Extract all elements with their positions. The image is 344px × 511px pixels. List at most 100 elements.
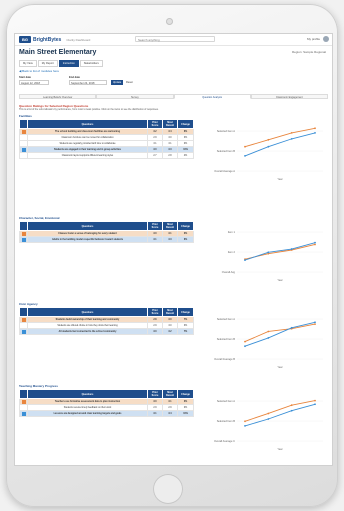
- column-header: Questions: [27, 119, 148, 129]
- series-marker-icon: [21, 329, 26, 334]
- section-heading: Facilities: [19, 114, 32, 118]
- blue-series-point[interactable]: [244, 345, 246, 348]
- orange-series-point[interactable]: [267, 412, 270, 415]
- sub-tabs: Learning Beliefs Overview Survey Questio…: [19, 94, 328, 99]
- breadcrumb[interactable]: ◀ Back to list of modules here: [19, 69, 59, 73]
- orange-series-point[interactable]: [267, 138, 270, 141]
- blue-series-point[interactable]: [290, 248, 293, 250]
- column-header: Change: [177, 119, 194, 129]
- blue-series-point[interactable]: [267, 251, 270, 254]
- table-row[interactable]: Adults in the building model respectful …: [19, 236, 194, 243]
- region-label[interactable]: Region: Sample Regional: [292, 50, 326, 54]
- table-row[interactable]: Classroom layout supports different lear…: [19, 152, 194, 159]
- trend-line-chart: Selected Item A Selected Item B Overall Av…: [205, 120, 325, 182]
- trend-line-chart: Selected Item A Selected Item B Overall Av…: [205, 390, 325, 452]
- table-row[interactable]: Lessons are designed around clear learni…: [19, 410, 194, 417]
- series-marker-icon: [21, 231, 26, 236]
- search-input[interactable]: Search anything: [135, 36, 215, 42]
- orange-series-point[interactable]: [314, 243, 316, 246]
- prior-score-cell: 2.7: [147, 152, 163, 159]
- blue-series-point[interactable]: [314, 321, 316, 324]
- home-button[interactable]: [153, 474, 183, 504]
- y-axis-label: Overall Average C: [214, 439, 235, 443]
- blue-series-point[interactable]: [314, 241, 316, 244]
- blue-series-point[interactable]: [267, 145, 270, 148]
- marker-cell: [19, 328, 28, 335]
- orange-series-point[interactable]: [314, 323, 316, 326]
- x-axis-label: Year: [277, 365, 282, 369]
- blue-series-point[interactable]: [244, 425, 246, 427]
- orange-series-point[interactable]: [244, 340, 246, 343]
- orange-series-point[interactable]: [290, 404, 293, 407]
- blue-series-point[interactable]: [290, 137, 293, 140]
- update-button[interactable]: Update: [111, 80, 123, 85]
- column-header: Most Recent: [162, 119, 178, 129]
- logo-subtitle: Clarity Dashboard: [66, 37, 91, 42]
- column-header: Questions: [27, 307, 148, 317]
- section-heading: Character, Social, Emotional: [19, 216, 60, 220]
- blue-series-point[interactable]: [314, 132, 316, 134]
- column-header: Most Recent: [162, 221, 178, 231]
- y-axis-label: Item 1: [228, 230, 236, 234]
- chart-svg: Selected Item A Selected Item B Overall Av…: [214, 127, 323, 181]
- blue-series-point[interactable]: [267, 337, 270, 339]
- recent-score-cell: 3.2: [162, 328, 178, 335]
- subtab-classroom[interactable]: Classroom Engagement: [250, 94, 328, 99]
- subtab-survey[interactable]: Survey: [96, 94, 174, 99]
- orange-series-point[interactable]: [290, 132, 293, 134]
- subtab-question-analysis[interactable]: Question Analysis: [173, 94, 251, 99]
- blue-series-point[interactable]: [267, 418, 270, 420]
- chart-svg: Selected Item A Selected Item B Overall Av…: [214, 399, 323, 451]
- section-heading: Teaching Mastery Progress: [19, 384, 58, 388]
- section-heading: Civic Agency: [19, 302, 38, 306]
- orange-series-point[interactable]: [314, 127, 316, 130]
- tablet-screen: BG BrightBytes Clarity Dashboard Search …: [15, 34, 332, 465]
- blue-series-point[interactable]: [290, 326, 293, 329]
- blue-series-point[interactable]: [244, 155, 246, 157]
- column-header: Questions: [27, 221, 148, 231]
- change-cell: 10%: [177, 410, 194, 417]
- blue-series-point[interactable]: [244, 259, 246, 262]
- blue-series-line: [244, 242, 316, 261]
- tab-my-view[interactable]: My View: [19, 60, 37, 67]
- orange-series-point[interactable]: [267, 330, 270, 333]
- series-marker-icon: [21, 399, 26, 404]
- subtab-overview[interactable]: Learning Beliefs Overview: [19, 94, 97, 99]
- y-axis-label: Item 2: [228, 250, 236, 254]
- recent-score-cell: 3.4: [162, 410, 178, 417]
- blue-series-line: [244, 403, 316, 427]
- tab-my-report[interactable]: My Report: [37, 60, 58, 67]
- questions-table: Questions Prior Score Most Recent Change Cla…: [19, 221, 194, 243]
- y-axis-label: Selected Item A: [217, 317, 235, 321]
- column-header: Prior Score: [147, 389, 163, 399]
- orange-series-point[interactable]: [244, 420, 246, 423]
- user-menu-label[interactable]: My profile: [307, 36, 320, 42]
- column-header: Change: [177, 307, 194, 317]
- avatar[interactable]: [323, 36, 329, 42]
- x-axis-label: Year: [277, 447, 282, 451]
- tab-instruction[interactable]: Instruction: [58, 60, 79, 67]
- questions-table: Questions Prior Score Most Recent Change The…: [19, 119, 194, 159]
- reset-link[interactable]: Reset: [126, 80, 133, 85]
- start-date-field[interactable]: August 12, 2018: [19, 80, 49, 85]
- column-header: Prior Score: [147, 307, 163, 317]
- table-row[interactable]: All students feel connected to the schoo…: [19, 328, 194, 335]
- tablet-frame: BG BrightBytes Clarity Dashboard Search …: [6, 4, 338, 507]
- blue-series-point[interactable]: [290, 409, 293, 412]
- date-filters: Start date August 12, 2018 End date Sept…: [19, 76, 219, 92]
- main-tabs: My View My Report Instruction Stakeholde…: [19, 60, 103, 67]
- blue-series-point[interactable]: [314, 403, 316, 406]
- intro-note: This is a list of the sub-indicators by …: [19, 108, 159, 111]
- marker-cell: [19, 152, 28, 159]
- column-header: Prior Score: [147, 221, 163, 231]
- end-date-field[interactable]: September 24, 2018: [69, 80, 107, 85]
- prior-score-cell: 3.1: [147, 236, 163, 243]
- orange-series-point[interactable]: [314, 399, 316, 402]
- column-header: [19, 307, 28, 317]
- column-header: Change: [177, 389, 194, 399]
- logo[interactable]: BG BrightBytes Clarity Dashboard: [19, 36, 90, 43]
- orange-series-point[interactable]: [244, 145, 246, 148]
- marker-cell: [19, 236, 28, 243]
- column-header: [19, 119, 28, 129]
- tab-stakeholders[interactable]: Stakeholders: [79, 60, 103, 67]
